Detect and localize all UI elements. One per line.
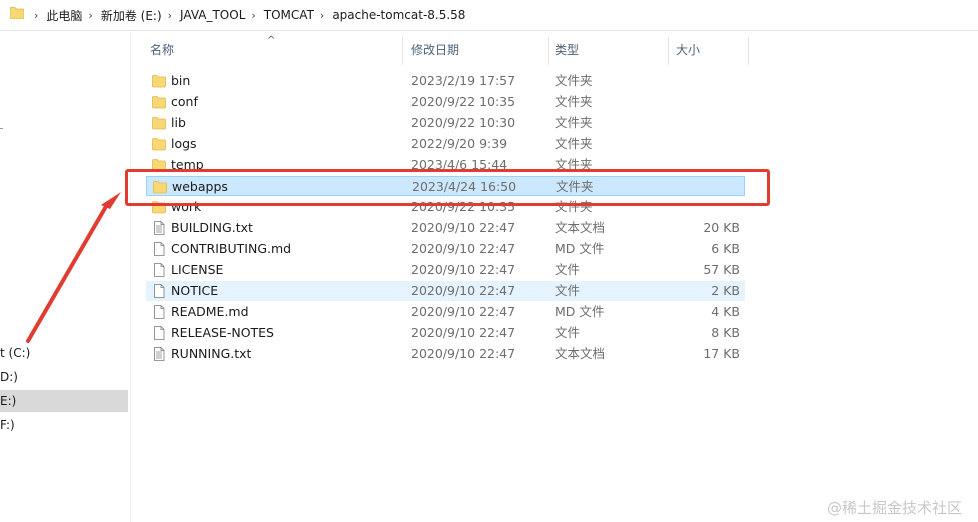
file-name: RUNNING.txt — [171, 346, 252, 361]
file-row[interactable]: conf 2020/9/22 10:35 文件夹 — [146, 92, 745, 112]
chevron-right-icon[interactable]: › — [84, 9, 98, 22]
file-row[interactable]: NOTICE 2020/9/10 22:47 文件 2 KB — [146, 281, 745, 301]
chevron-right-icon[interactable]: › — [30, 9, 44, 22]
chevron-right-icon[interactable]: › — [247, 9, 261, 22]
address-bar[interactable]: › 此电脑 › 新加卷 (E:) › JAVA_TOOL › TOMCAT › apache-to… — [0, 0, 978, 31]
file-name: lib — [171, 115, 186, 130]
file-size: 4 KB — [711, 304, 740, 319]
nav-item-drive[interactable]: D:) — [0, 366, 128, 388]
file-row[interactable]: logs 2022/9/20 9:39 文件夹 — [146, 134, 745, 154]
file-row[interactable]: RELEASE-NOTES 2020/9/10 22:47 文件 8 KB — [146, 323, 745, 343]
folder-icon — [152, 137, 166, 151]
breadcrumb-item[interactable]: TOMCAT — [262, 8, 316, 22]
column-header-type[interactable]: 类型 — [555, 33, 579, 67]
file-size: 6 KB — [711, 241, 740, 256]
file-icon — [152, 263, 166, 277]
column-headers: ^ 名称 修改日期 类型 大小 — [130, 33, 978, 67]
file-row[interactable]: lib 2020/9/22 10:30 文件夹 — [146, 113, 745, 133]
file-type: 文件夹 — [555, 94, 593, 109]
file-modified-date: 2020/9/10 22:47 — [411, 220, 516, 235]
breadcrumb: › 此电脑 › 新加卷 (E:) › JAVA_TOOL › TOMCAT › apache-to… — [30, 0, 467, 30]
file-row[interactable]: LICENSE 2020/9/10 22:47 文件 57 KB — [146, 260, 745, 280]
breadcrumb-item[interactable]: 新加卷 (E:) — [99, 7, 164, 24]
folder-icon — [152, 116, 166, 130]
file-name: NOTICE — [171, 283, 219, 298]
file-modified-date: 2020/9/10 22:47 — [411, 283, 516, 298]
file-size: 2 KB — [711, 283, 740, 298]
file-modified-date: 2020/9/10 22:47 — [411, 325, 516, 340]
file-icon — [152, 305, 166, 319]
file-modified-date: 2023/2/19 17:57 — [411, 73, 516, 88]
nav-item-drive[interactable]: t (C:) — [0, 342, 128, 364]
file-name: bin — [171, 73, 191, 88]
file-row[interactable]: README.md 2020/9/10 22:47 MD 文件 4 KB — [146, 302, 745, 322]
folder-icon — [152, 95, 166, 109]
file-type: 文件 — [555, 262, 581, 277]
column-divider[interactable] — [402, 37, 403, 65]
file-modified-date: 2020/9/10 22:47 — [411, 241, 516, 256]
navigation-pane: t (C:) D:) E:) F:) — [0, 30, 131, 522]
column-divider[interactable] — [548, 37, 549, 65]
file-size: 57 KB — [703, 262, 740, 277]
column-header-size[interactable]: 大小 — [676, 33, 700, 67]
file-modified-date: 2020/9/10 22:47 — [411, 346, 516, 361]
nav-item-drive[interactable]: F:) — [0, 414, 128, 436]
file-row[interactable]: BUILDING.txt 2020/9/10 22:47 文本文档 20 KB — [146, 218, 745, 238]
file-type: 文件夹 — [555, 136, 593, 151]
sort-ascending-icon: ^ — [267, 35, 276, 46]
column-divider[interactable] — [748, 37, 749, 65]
file-type: 文本文档 — [555, 220, 606, 235]
file-name: README.md — [171, 304, 249, 319]
file-type: 文本文档 — [555, 346, 606, 361]
nav-tick — [0, 128, 3, 129]
breadcrumb-item[interactable]: apache-tomcat-8.5.58 — [330, 8, 467, 22]
column-header-name[interactable]: 名称 — [150, 33, 174, 67]
file-type: 文件 — [555, 325, 581, 340]
file-size: 8 KB — [711, 325, 740, 340]
file-modified-date: 2020/9/22 10:35 — [411, 94, 516, 109]
file-icon — [152, 242, 166, 256]
file-modified-date: 2020/9/22 10:30 — [411, 115, 516, 130]
text-file-icon — [152, 347, 166, 361]
file-icon — [152, 326, 166, 340]
file-icon — [152, 284, 166, 298]
file-name: CONTRIBUTING.md — [171, 241, 292, 256]
file-type: 文件 — [555, 283, 581, 298]
breadcrumb-item[interactable]: 此电脑 — [44, 7, 84, 24]
watermark: @稀土掘金技术社区 — [826, 499, 962, 517]
nav-item-drive[interactable]: E:) — [0, 390, 128, 412]
file-name: conf — [171, 94, 198, 109]
file-row[interactable]: RUNNING.txt 2020/9/10 22:47 文本文档 17 KB — [146, 344, 745, 364]
file-size: 17 KB — [703, 346, 740, 361]
file-modified-date: 2022/9/20 9:39 — [411, 136, 508, 151]
file-type: 文件夹 — [555, 73, 593, 88]
folder-icon — [152, 74, 166, 88]
file-row[interactable]: bin 2023/2/19 17:57 文件夹 — [146, 71, 745, 91]
chevron-right-icon[interactable]: › — [164, 9, 178, 22]
column-divider[interactable] — [668, 37, 669, 65]
file-size: 20 KB — [703, 220, 740, 235]
file-name: RELEASE-NOTES — [171, 325, 274, 340]
file-type: 文件夹 — [555, 115, 593, 130]
breadcrumb-item[interactable]: JAVA_TOOL — [178, 8, 247, 22]
chevron-right-icon[interactable]: › — [316, 9, 330, 22]
text-file-icon — [152, 221, 166, 235]
column-header-date[interactable]: 修改日期 — [411, 33, 459, 67]
file-modified-date: 2020/9/10 22:47 — [411, 304, 516, 319]
folder-icon — [10, 7, 24, 19]
file-name: logs — [171, 136, 197, 151]
annotation-highlight-box — [125, 169, 770, 206]
file-modified-date: 2020/9/10 22:47 — [411, 262, 516, 277]
file-type: MD 文件 — [555, 241, 605, 256]
file-name: LICENSE — [171, 262, 224, 277]
file-name: BUILDING.txt — [171, 220, 253, 235]
file-row[interactable]: CONTRIBUTING.md 2020/9/10 22:47 MD 文件 6 KB — [146, 239, 745, 259]
file-type: MD 文件 — [555, 304, 605, 319]
